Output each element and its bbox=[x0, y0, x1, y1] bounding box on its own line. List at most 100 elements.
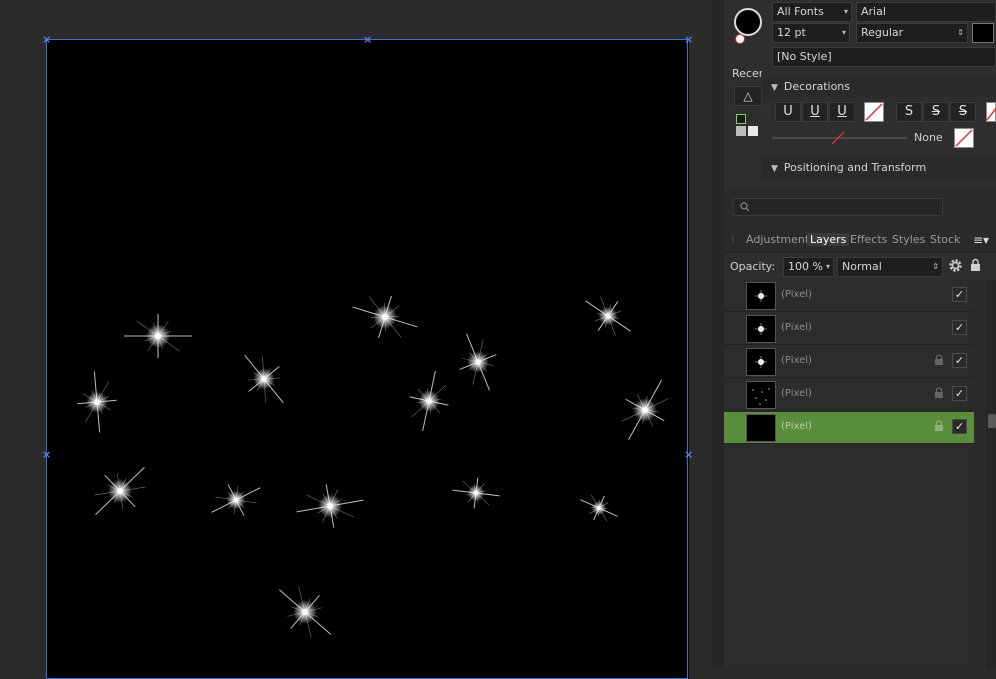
star-sparkle bbox=[244, 354, 284, 404]
star-sparkle bbox=[296, 484, 364, 528]
star-sparkle bbox=[585, 296, 631, 336]
tab-effects[interactable]: Effects bbox=[850, 233, 887, 246]
layer-name: (Pixel) bbox=[781, 421, 812, 432]
underline-color-none-swatch[interactable] bbox=[864, 102, 884, 122]
tab-styles[interactable]: Styles bbox=[892, 233, 925, 246]
star-sparkle bbox=[279, 586, 331, 638]
lock-icon[interactable] bbox=[970, 258, 981, 272]
font-style-select[interactable]: Regular ⇕ bbox=[856, 23, 968, 43]
paragraph-style-value: [No Style] bbox=[777, 50, 832, 63]
handle-top-left[interactable]: × bbox=[42, 34, 51, 45]
search-icon bbox=[740, 202, 750, 212]
handle-middle-right[interactable]: × bbox=[684, 449, 693, 460]
layer-thumbnail bbox=[746, 282, 776, 310]
underline-double-button[interactable]: U bbox=[802, 102, 828, 122]
layer-visibility-checkbox[interactable]: ✓ bbox=[952, 419, 967, 434]
font-size-value: 12 pt bbox=[777, 26, 806, 39]
layer-options-bar: Opacity: 100 % ▾ Normal ⇕ bbox=[724, 253, 996, 279]
no-stroke-icon[interactable] bbox=[735, 34, 745, 44]
layer-lock-icon[interactable] bbox=[934, 354, 944, 366]
updown-arrows-icon: ⇕ bbox=[932, 262, 939, 271]
character-panel: All Fonts ▾ Arial 12 pt ▾ Regular ⇕ [No Sty… bbox=[762, 0, 996, 190]
star-sparkle bbox=[621, 380, 669, 440]
decorations-section-header[interactable]: ▼ Decorations bbox=[762, 77, 996, 97]
layer-visibility-checkbox[interactable]: ✓ bbox=[952, 287, 967, 302]
positioning-label: Positioning and Transform bbox=[783, 161, 927, 174]
strikethrough-single-button[interactable]: S bbox=[896, 102, 922, 122]
handle-middle-left[interactable]: × bbox=[42, 449, 51, 460]
text-color-swatch[interactable] bbox=[972, 23, 994, 43]
swatch-black[interactable] bbox=[736, 114, 746, 124]
line-color-none-swatch[interactable] bbox=[954, 128, 974, 148]
layer-thumbnail bbox=[746, 315, 776, 343]
color-strip: Recen △ bbox=[724, 0, 766, 190]
layer-name: (Pixel) bbox=[781, 388, 812, 399]
drag-grip-icon[interactable]: ⁞ bbox=[731, 233, 735, 246]
layer-row[interactable]: (Pixel) ✓ bbox=[724, 379, 974, 411]
handle-top-right[interactable]: × bbox=[684, 34, 693, 45]
strikethrough-color-none-swatch[interactable] bbox=[986, 102, 996, 122]
star-sparkle bbox=[452, 477, 500, 509]
font-style-value: Regular bbox=[861, 26, 904, 39]
paragraph-style-field[interactable]: [No Style] bbox=[772, 47, 996, 67]
layer-row[interactable]: (Pixel) ✓ bbox=[724, 313, 974, 345]
star-sparkle bbox=[124, 314, 192, 358]
decorations-label: Decorations bbox=[783, 80, 851, 93]
strikethrough-double-button[interactable]: S bbox=[923, 102, 949, 122]
underline-single-button[interactable]: U bbox=[775, 102, 801, 122]
star-sparkle bbox=[77, 371, 117, 433]
star-sparkle bbox=[352, 295, 418, 339]
layer-thumbnail bbox=[746, 414, 776, 442]
handle-top-center[interactable]: × bbox=[363, 34, 372, 45]
layers-scrollbar-thumb[interactable] bbox=[988, 414, 996, 428]
panel-divider[interactable] bbox=[712, 0, 724, 670]
font-size-field[interactable]: 12 pt ▾ bbox=[772, 23, 850, 43]
tab-layers[interactable]: Layers bbox=[807, 233, 850, 246]
font-family-field[interactable]: Arial bbox=[856, 2, 996, 22]
none-slash-icon bbox=[986, 107, 996, 121]
positioning-section-header[interactable]: ▼ Positioning and Transform bbox=[762, 158, 996, 178]
layer-visibility-checkbox[interactable]: ✓ bbox=[952, 320, 967, 335]
layer-lock-icon[interactable] bbox=[934, 387, 944, 399]
opacity-field[interactable]: 100 % ▾ bbox=[783, 257, 834, 277]
layer-visibility-checkbox[interactable]: ✓ bbox=[952, 386, 967, 401]
collapse-triangle-icon: ▼ bbox=[771, 164, 778, 174]
opacity-label: Opacity: bbox=[730, 260, 776, 273]
font-collection-value: All Fonts bbox=[777, 5, 824, 18]
star-sparkle bbox=[211, 484, 261, 516]
layer-lock-icon[interactable] bbox=[934, 420, 944, 432]
star-sparkle bbox=[94, 467, 146, 515]
dropdown-arrow-icon: ▾ bbox=[825, 262, 830, 271]
blend-mode-select[interactable]: Normal ⇕ bbox=[837, 257, 943, 277]
triangle-icon[interactable]: △ bbox=[734, 86, 762, 106]
layers-scroll-track[interactable] bbox=[986, 280, 996, 670]
recent-label: Recen bbox=[732, 67, 766, 80]
layer-row[interactable]: (Pixel) ✓ bbox=[724, 412, 974, 444]
layer-visibility-checkbox[interactable]: ✓ bbox=[952, 353, 967, 368]
none-slash-icon bbox=[865, 103, 883, 121]
font-collection-select[interactable]: All Fonts ▾ bbox=[772, 2, 852, 22]
layer-row[interactable]: (Pixel) ✓ bbox=[724, 280, 974, 312]
layer-row[interactable]: (Pixel) ✓ bbox=[724, 346, 974, 378]
none-slash-icon bbox=[955, 129, 973, 147]
panel-menu-icon[interactable]: ≡▾ bbox=[973, 233, 989, 247]
dropdown-arrow-icon: ▾ bbox=[843, 7, 848, 16]
gear-icon[interactable] bbox=[948, 258, 963, 273]
studio-tabs-bar: ⁞ Adjustment Layers Effects Styles Stock… bbox=[724, 230, 996, 253]
fill-color-well[interactable] bbox=[734, 8, 762, 36]
swatch-grey[interactable] bbox=[736, 126, 746, 136]
layer-name: (Pixel) bbox=[781, 355, 812, 366]
star-sparkle bbox=[459, 333, 497, 391]
dropdown-arrow-icon: ▾ bbox=[841, 28, 846, 37]
layer-thumbnail bbox=[746, 381, 776, 409]
swatch-white[interactable] bbox=[748, 126, 758, 136]
layers-search-input[interactable] bbox=[733, 198, 943, 216]
slider-none-icon bbox=[831, 131, 845, 145]
strikethrough-thick-button[interactable]: S bbox=[950, 102, 976, 122]
tab-adjustment[interactable]: Adjustment bbox=[746, 233, 809, 246]
updown-arrows-icon: ⇕ bbox=[957, 28, 964, 37]
line-weight-value: None bbox=[914, 131, 943, 144]
tab-stock[interactable]: Stock bbox=[930, 233, 960, 246]
layer-name: (Pixel) bbox=[781, 322, 812, 333]
underline-thick-button[interactable]: U bbox=[829, 102, 855, 122]
